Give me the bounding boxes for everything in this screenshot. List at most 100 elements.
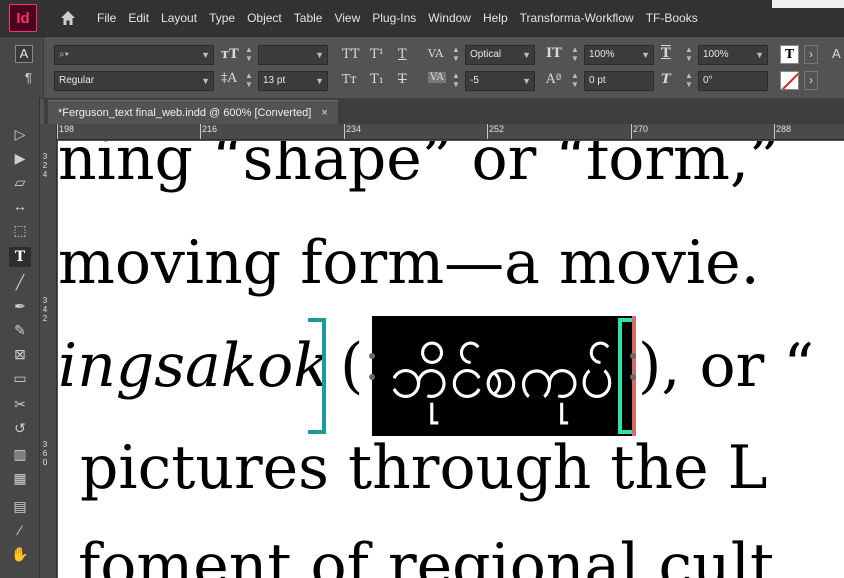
text-line-5[interactable]: foment of regional cult (78, 536, 774, 578)
selection-handle[interactable] (630, 374, 636, 380)
ruler-label: 324 (42, 152, 48, 179)
menu-tf-books[interactable]: TF-Books (634, 11, 698, 25)
pen-tool-icon[interactable]: ✒ (9, 296, 31, 316)
horizontal-ruler[interactable]: 198 216 234 252 270 288 (57, 124, 844, 140)
text-line-4[interactable]: pictures through the L (80, 438, 768, 498)
ruler-tick (487, 124, 488, 139)
menu-view[interactable]: View (322, 11, 360, 25)
paragraph-style-label: A (832, 46, 841, 61)
selection-handle[interactable] (369, 353, 375, 359)
free-transform-tool-icon[interactable]: ↺ (9, 418, 31, 438)
kerning-field[interactable]: Optical ▼ (465, 45, 535, 65)
ruler-label: 360 (42, 440, 48, 467)
ruler-tick (631, 124, 632, 139)
ruler-label: 216 (202, 124, 218, 134)
line-tool-icon[interactable]: ╱ (9, 272, 31, 292)
menu-plug-ins[interactable]: Plug-Ins (360, 11, 416, 25)
fill-swatch[interactable]: T (780, 45, 799, 64)
menu-help[interactable]: Help (471, 11, 508, 25)
menu-edit[interactable]: Edit (116, 11, 149, 25)
skew-field[interactable]: 0° (698, 71, 768, 91)
text-frame-bracket-left (308, 318, 326, 434)
tracking-field[interactable]: -5 ▼ (465, 71, 535, 91)
gap-tool-icon[interactable]: ↔ (9, 196, 31, 216)
skew-icon: T (661, 72, 671, 87)
note-tool-icon[interactable]: ▤ (9, 496, 31, 516)
scissors-tool-icon[interactable]: ✂ (9, 394, 31, 414)
stroke-swatch[interactable] (780, 71, 799, 90)
chevron-down-icon: ▼ (522, 76, 531, 86)
kerning-icon: VA (428, 47, 444, 60)
vertical-scale-field[interactable]: 100% ▼ (584, 45, 654, 65)
document-canvas[interactable]: ning “shape” or “form,” moving form—a mo… (58, 141, 844, 578)
horizontal-scale-stepper[interactable]: ▲ ▼ (682, 45, 696, 65)
leading-field[interactable]: 13 pt ▼ (258, 71, 328, 91)
chevron-down-icon: ▼ (755, 50, 764, 60)
menu-layout[interactable]: Layout (149, 11, 197, 25)
font-family-field[interactable]: ⌕▾ ▼ (54, 45, 214, 65)
document-tab-bar: *Ferguson_text final_web.indd @ 600% [Co… (44, 98, 844, 124)
hand-tool-icon[interactable]: ✋ (9, 544, 31, 564)
paragraph-mode-button[interactable]: ¶ (25, 70, 32, 85)
ruler-tick (200, 124, 201, 139)
vertical-ruler[interactable]: 324 342 360 (40, 140, 57, 578)
all-caps-button[interactable]: TT (342, 47, 360, 62)
menu-type[interactable]: Type (197, 11, 235, 25)
more-options-button-2[interactable]: › (804, 71, 818, 90)
font-size-stepper[interactable]: ▲ ▼ (242, 45, 256, 65)
page-tool-icon[interactable]: ▱ (9, 172, 31, 192)
ruler-label: 288 (776, 124, 792, 134)
type-tool-icon[interactable]: T (9, 247, 31, 267)
gradient-swatch-tool-icon[interactable]: ▥ (9, 444, 31, 464)
toolbox: ▷ ▶ ▱ ↔ ⬚ T ╱ ✒ ✎ ⊠ ▭ ✂ ↺ ▥ ▦ ▤ ⁄ ✋ (0, 98, 40, 578)
ruler-tick (344, 124, 345, 139)
font-size-field[interactable]: ▼ (258, 45, 328, 65)
tracking-stepper[interactable]: ▲ ▼ (449, 71, 463, 91)
text-line-3[interactable]: ingsakok (58, 336, 330, 396)
content-collector-icon[interactable]: ⬚ (9, 220, 31, 240)
subscript-button[interactable]: T₁ (370, 72, 384, 87)
small-caps-button[interactable]: Tт (342, 72, 357, 86)
pencil-tool-icon[interactable]: ✎ (9, 320, 31, 340)
underline-button[interactable]: T (398, 47, 407, 62)
selection-handle[interactable] (369, 374, 375, 380)
home-icon[interactable] (59, 9, 77, 27)
selection-tool-icon[interactable]: ▷ (9, 124, 31, 144)
leading-stepper[interactable]: ▲ ▼ (242, 71, 256, 91)
chevron-down-icon: ▼ (641, 50, 650, 60)
selected-text[interactable]: ဘိုင်စကုပ် (372, 316, 632, 436)
baseline-shift-field[interactable]: 0 pt (584, 71, 654, 91)
menu-file[interactable]: File (77, 11, 116, 25)
menu-object[interactable]: Object (235, 11, 282, 25)
horizontal-scale-icon: T (661, 46, 671, 61)
search-icon: ⌕▾ (59, 49, 69, 60)
menu-window[interactable]: Window (416, 11, 471, 25)
baseline-shift-stepper[interactable]: ▲ ▼ (568, 71, 582, 91)
kerning-stepper[interactable]: ▲ ▼ (449, 45, 463, 65)
rectangle-tool-icon[interactable]: ▭ (9, 368, 31, 388)
chevron-down-icon: ▼ (522, 50, 531, 60)
menu-transforma-workflow[interactable]: Transforma-Workflow (508, 11, 634, 25)
horizontal-scale-field[interactable]: 100% ▼ (698, 45, 768, 65)
vertical-scale-stepper[interactable]: ▲ ▼ (568, 45, 582, 65)
eyedropper-tool-icon[interactable]: ⁄ (9, 520, 31, 540)
none-swatch-icon (781, 72, 798, 89)
close-icon[interactable]: × (321, 107, 327, 119)
document-tab[interactable]: *Ferguson_text final_web.indd @ 600% [Co… (48, 100, 338, 124)
text-line-2[interactable]: moving form—a movie. (58, 233, 760, 293)
ruler-origin[interactable] (40, 124, 57, 140)
character-mode-button[interactable]: A (15, 45, 33, 63)
gradient-feather-tool-icon[interactable]: ▦ (9, 468, 31, 488)
strikethrough-button[interactable]: T (398, 72, 407, 87)
menu-table[interactable]: Table (282, 11, 323, 25)
selection-handle[interactable] (630, 353, 636, 359)
direct-selection-tool-icon[interactable]: ▶ (9, 148, 31, 168)
tracking-icon: VA (428, 72, 446, 83)
superscript-button[interactable]: T¹ (370, 47, 384, 62)
ruler-label: 270 (633, 124, 649, 134)
more-options-button[interactable]: › (804, 45, 818, 64)
font-style-field[interactable]: Regular ▼ (54, 71, 214, 91)
rectangle-frame-tool-icon[interactable]: ⊠ (9, 344, 31, 364)
skew-stepper[interactable]: ▲ ▼ (682, 71, 696, 91)
text-line-1[interactable]: ning “shape” or “form,” (58, 141, 780, 189)
